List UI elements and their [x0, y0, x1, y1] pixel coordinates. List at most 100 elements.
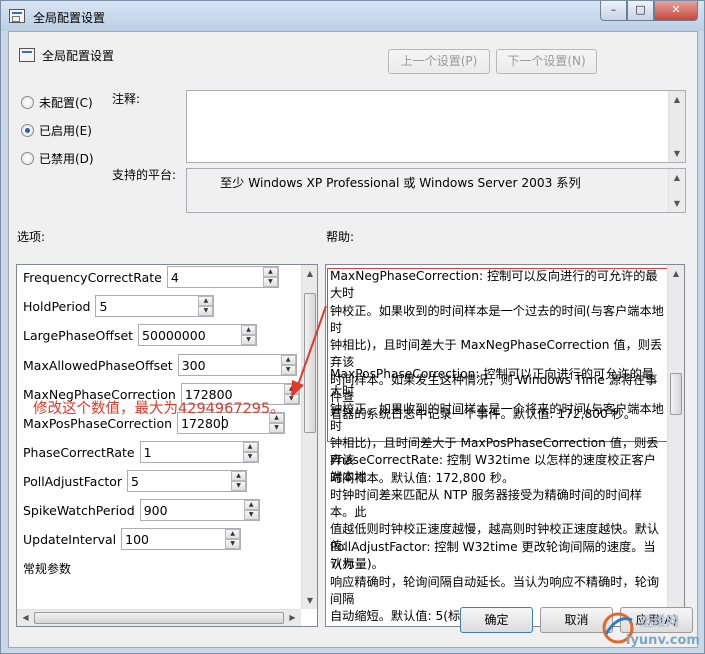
watermark-url: iyunv.com — [626, 633, 700, 648]
radio-not-configured[interactable]: 未配置(C) — [21, 94, 93, 110]
spin-up-icon[interactable]: ▲ — [242, 442, 258, 452]
option-name: LargePhaseOffset — [23, 327, 134, 343]
ok-button[interactable]: 确定 — [460, 607, 533, 633]
spin-buttons[interactable]: ▲ ▼ — [198, 296, 214, 316]
option-value[interactable]: 900 — [144, 503, 168, 518]
option-spinbox[interactable]: 1 ▲ ▼ — [139, 441, 259, 463]
spin-down-icon[interactable]: ▼ — [241, 335, 257, 345]
help-line: 时钟时间差来匹配从 NTP 服务器接受为精确时间的时间样本。此 — [330, 487, 642, 519]
scroll-up-icon[interactable]: ▲ — [302, 265, 317, 282]
option-value[interactable]: 100 — [125, 532, 149, 547]
scroll-down-icon[interactable]: ▼ — [302, 592, 317, 609]
option-spinbox[interactable]: 50000000 ▲ ▼ — [138, 324, 258, 346]
options-horizontal-scrollbar[interactable]: ◀ ▶ — [17, 609, 301, 626]
radio-circle[interactable] — [21, 95, 34, 109]
minimize-button[interactable]: – — [600, 1, 627, 21]
spin-up-icon[interactable]: ▲ — [283, 384, 299, 394]
dialog-client-area: 全局配置设置 上一个设置(P) 下一个设置(N) 未配置(C) 已启用(E) 已… — [8, 31, 698, 648]
spin-down-icon[interactable]: ▼ — [269, 423, 285, 433]
text-caret — [222, 416, 224, 430]
scroll-thumb[interactable] — [670, 373, 682, 415]
comment-scrollbar[interactable]: ▲ ▼ — [668, 91, 685, 162]
spin-down-icon[interactable]: ▼ — [243, 510, 259, 520]
option-name: MaxAllowedPhaseOffset — [23, 357, 173, 373]
scroll-down-icon[interactable]: ▼ — [669, 195, 685, 212]
radio-circle[interactable] — [21, 123, 34, 137]
spin-down-icon[interactable]: ▼ — [280, 365, 296, 375]
option-value[interactable]: 5 — [131, 474, 139, 489]
spin-buttons[interactable]: ▲ ▼ — [262, 267, 278, 287]
options-vertical-scrollbar[interactable]: ▲ ▼ — [301, 265, 317, 609]
spin-down-icon[interactable]: ▼ — [283, 394, 299, 404]
setting-icon — [19, 48, 35, 62]
option-value[interactable]: 1 — [144, 445, 152, 460]
help-label: 帮助: — [326, 230, 355, 244]
option-spinbox[interactable]: 900 ▲ ▼ — [139, 499, 260, 521]
option-name: PollAdjustFactor — [23, 473, 123, 489]
spin-buttons[interactable]: ▲ ▼ — [280, 355, 296, 375]
title-bar[interactable]: 全局配置设置 – □ ✕ — [1, 1, 704, 31]
help-line: PhaseCorrectRate: 控制 W32time 以怎样的速度校正客户端… — [330, 453, 656, 485]
scroll-up-icon[interactable]: ▲ — [669, 169, 685, 186]
spin-up-icon[interactable]: ▲ — [280, 355, 296, 365]
option-spinbox[interactable]: 5 ▲ ▼ — [127, 470, 248, 492]
spin-up-icon[interactable]: ▲ — [198, 296, 214, 306]
spin-down-icon[interactable]: ▼ — [225, 539, 241, 549]
help-line: PollAdjustFactor: 控制 W32time 更改轮询间隔的速度。当… — [330, 540, 656, 572]
maximize-button[interactable]: □ — [627, 1, 654, 21]
help-line: MaxPosPhaseCorrection: 控制可以正向进行的可允许的最大时 — [330, 367, 654, 399]
platform-scrollbar[interactable]: ▲ ▼ — [668, 169, 685, 212]
spin-down-icon[interactable]: ▼ — [231, 481, 247, 491]
spin-up-icon[interactable]: ▲ — [225, 529, 241, 539]
spin-down-icon[interactable]: ▼ — [198, 306, 214, 316]
option-row: SpikeWatchPeriod 900 ▲ ▼ — [23, 499, 260, 521]
option-value[interactable]: 5 — [99, 299, 107, 314]
spin-up-icon[interactable]: ▲ — [262, 267, 278, 277]
platform-label: 支持的平台: — [112, 168, 177, 182]
radio-enabled[interactable]: 已启用(E) — [21, 122, 92, 138]
spin-buttons[interactable]: ▲ ▼ — [243, 500, 259, 520]
scroll-left-icon[interactable]: ◀ — [17, 610, 34, 626]
spin-buttons[interactable]: ▲ ▼ — [231, 471, 247, 491]
option-spinbox[interactable]: 100 ▲ ▼ — [121, 528, 242, 550]
radio-circle[interactable] — [21, 151, 34, 165]
next-setting-button[interactable]: 下一个设置(N) — [496, 49, 597, 74]
scroll-up-icon[interactable]: ▲ — [668, 265, 684, 282]
option-row: HoldPeriod 5 ▲ ▼ — [23, 295, 215, 317]
option-value[interactable]: 300 — [182, 358, 206, 373]
close-button[interactable]: ✕ — [654, 1, 698, 21]
help-vertical-scrollbar[interactable]: ▲ ▼ — [667, 265, 684, 626]
setting-title: 全局配置设置 — [42, 49, 115, 63]
window-title: 全局配置设置 — [33, 11, 106, 25]
spin-up-icon[interactable]: ▲ — [241, 325, 257, 335]
scroll-right-icon[interactable]: ▶ — [284, 610, 301, 626]
options-label: 选项: — [17, 230, 46, 244]
option-spinbox[interactable]: 300 ▲ ▼ — [177, 354, 297, 376]
radio-label: 已启用(E) — [39, 123, 92, 138]
radio-disabled[interactable]: 已禁用(D) — [21, 150, 94, 166]
scroll-up-icon[interactable]: ▲ — [669, 91, 685, 108]
scroll-thumb[interactable] — [34, 612, 284, 624]
scroll-down-icon[interactable]: ▼ — [669, 145, 685, 162]
previous-setting-button[interactable]: 上一个设置(P) — [388, 49, 490, 74]
spin-buttons[interactable]: ▲ ▼ — [283, 384, 299, 404]
option-name: UpdateInterval — [23, 531, 117, 547]
spin-buttons[interactable]: ▲ ▼ — [241, 325, 257, 345]
help-line: 响应精确时，轮询间隔自动延长。当认为响应不精确时，轮询间隔 — [330, 574, 660, 606]
option-spinbox[interactable]: 5 ▲ ▼ — [95, 295, 215, 317]
spin-down-icon[interactable]: ▼ — [262, 277, 278, 287]
option-spinbox[interactable]: 4 ▲ ▼ — [166, 266, 279, 288]
help-line: MaxNegPhaseCorrection: 控制可以反向进行的可允许的最大时 — [330, 269, 658, 301]
comment-textarea[interactable]: ▲ ▼ — [186, 90, 686, 163]
spin-down-icon[interactable]: ▼ — [242, 452, 258, 462]
option-value[interactable]: 4 — [171, 270, 179, 285]
option-name: HoldPeriod — [23, 298, 91, 314]
spin-buttons[interactable]: ▲ ▼ — [242, 442, 258, 462]
spin-up-icon[interactable]: ▲ — [231, 471, 247, 481]
platform-text: 至少 Windows XP Professional 或 Windows Ser… — [220, 176, 581, 190]
radio-label: 已禁用(D) — [39, 151, 94, 166]
scroll-thumb[interactable] — [304, 293, 316, 433]
option-value[interactable]: 50000000 — [142, 328, 206, 343]
spin-up-icon[interactable]: ▲ — [243, 500, 259, 510]
spin-buttons[interactable]: ▲ ▼ — [225, 529, 241, 549]
